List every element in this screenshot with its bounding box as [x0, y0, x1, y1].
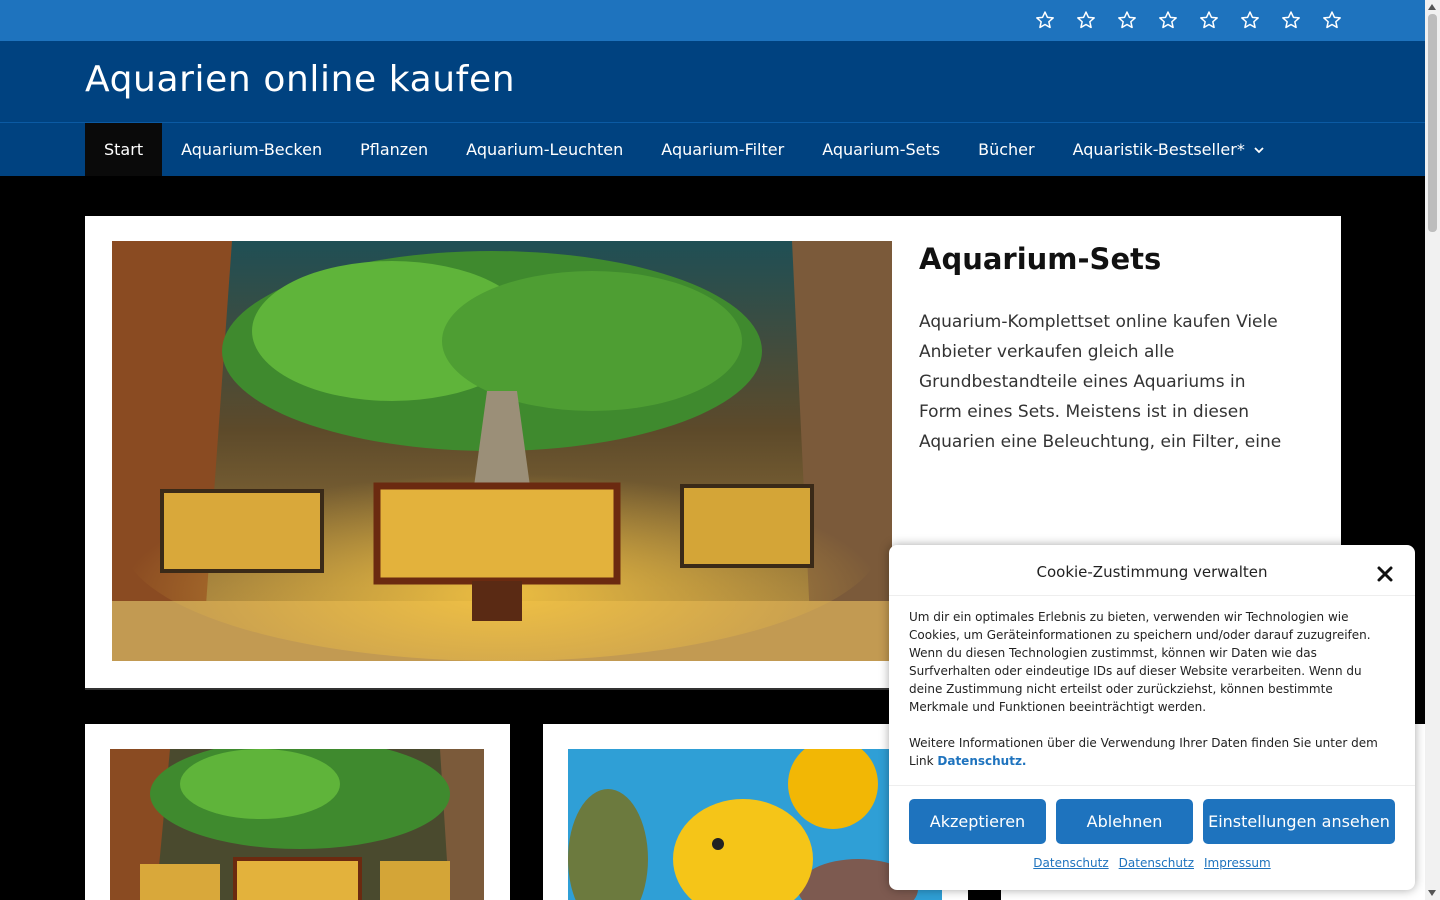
- top-bar: [0, 0, 1425, 41]
- cookie-consent-dialog: Cookie-Zustimmung verwalten Um dir ein o…: [889, 545, 1415, 890]
- nav-item-bestseller-label: Aquaristik-Bestseller*: [1072, 140, 1245, 159]
- site-header: Aquarien online kaufen: [0, 41, 1425, 122]
- main-nav: Start Aquarium-Becken Pflanzen Aquarium-…: [0, 122, 1425, 176]
- star-icon[interactable]: [1229, 9, 1270, 31]
- nav-item-pflanzen[interactable]: Pflanzen: [341, 123, 447, 176]
- cookie-message: Um dir ein optimales Erlebnis zu bieten,…: [909, 608, 1389, 770]
- close-icon[interactable]: [1373, 562, 1397, 586]
- chevron-down-icon: [1254, 146, 1264, 153]
- star-icon[interactable]: [1106, 9, 1147, 31]
- star-icon[interactable]: [1065, 9, 1106, 31]
- deny-button[interactable]: Ablehnen: [1056, 799, 1193, 844]
- star-icon[interactable]: [1147, 9, 1188, 31]
- featured-excerpt: Aquarium-Komplettset online kaufen Viele…: [919, 312, 1282, 452]
- privacy-link[interactable]: Datenschutz: [1119, 856, 1194, 870]
- star-icon[interactable]: [1024, 9, 1065, 31]
- view-preferences-button[interactable]: Einstellungen ansehen: [1203, 799, 1395, 844]
- divider: [889, 785, 1415, 786]
- privacy-link[interactable]: Datenschutz.: [937, 754, 1026, 768]
- privacy-link[interactable]: Datenschutz: [1033, 856, 1108, 870]
- featured-title[interactable]: Aquarium-Sets: [919, 242, 1161, 276]
- scroll-up-icon[interactable]: [1428, 4, 1436, 10]
- scroll-thumb[interactable]: [1428, 14, 1437, 232]
- cookie-title: Cookie-Zustimmung verwalten: [1036, 563, 1268, 581]
- post-card-image[interactable]: [110, 749, 484, 900]
- featured-image[interactable]: [112, 241, 892, 661]
- nav-item-start[interactable]: Start: [85, 123, 163, 176]
- nav-item-aquarium-filter[interactable]: Aquarium-Filter: [642, 123, 803, 176]
- cookie-footer-links: Datenschutz Datenschutz Impressum: [889, 856, 1415, 870]
- accept-button[interactable]: Akzeptieren: [909, 799, 1046, 844]
- rating-stars: [1024, 9, 1352, 31]
- nav-item-aquarium-becken[interactable]: Aquarium-Becken: [162, 123, 341, 176]
- site-title[interactable]: Aquarien online kaufen: [85, 59, 515, 100]
- post-card-image[interactable]: [568, 749, 942, 900]
- nav-item-bestseller[interactable]: Aquaristik-Bestseller*: [1054, 123, 1284, 176]
- cookie-message-text: Um dir ein optimales Erlebnis zu bieten,…: [909, 610, 1371, 714]
- divider: [889, 595, 1415, 596]
- scroll-down-icon[interactable]: [1428, 890, 1436, 896]
- star-icon[interactable]: [1188, 9, 1229, 31]
- star-icon[interactable]: [1311, 9, 1352, 31]
- scrollbar[interactable]: [1425, 0, 1440, 900]
- cookie-more-info: Weitere Informationen über die Verwendun…: [909, 734, 1389, 770]
- nav-item-buecher[interactable]: Bücher: [959, 123, 1053, 176]
- star-icon[interactable]: [1270, 9, 1311, 31]
- imprint-link[interactable]: Impressum: [1204, 856, 1271, 870]
- nav-item-aquarium-sets[interactable]: Aquarium-Sets: [803, 123, 959, 176]
- post-card: [85, 724, 510, 900]
- nav-item-aquarium-leuchten[interactable]: Aquarium-Leuchten: [447, 123, 642, 176]
